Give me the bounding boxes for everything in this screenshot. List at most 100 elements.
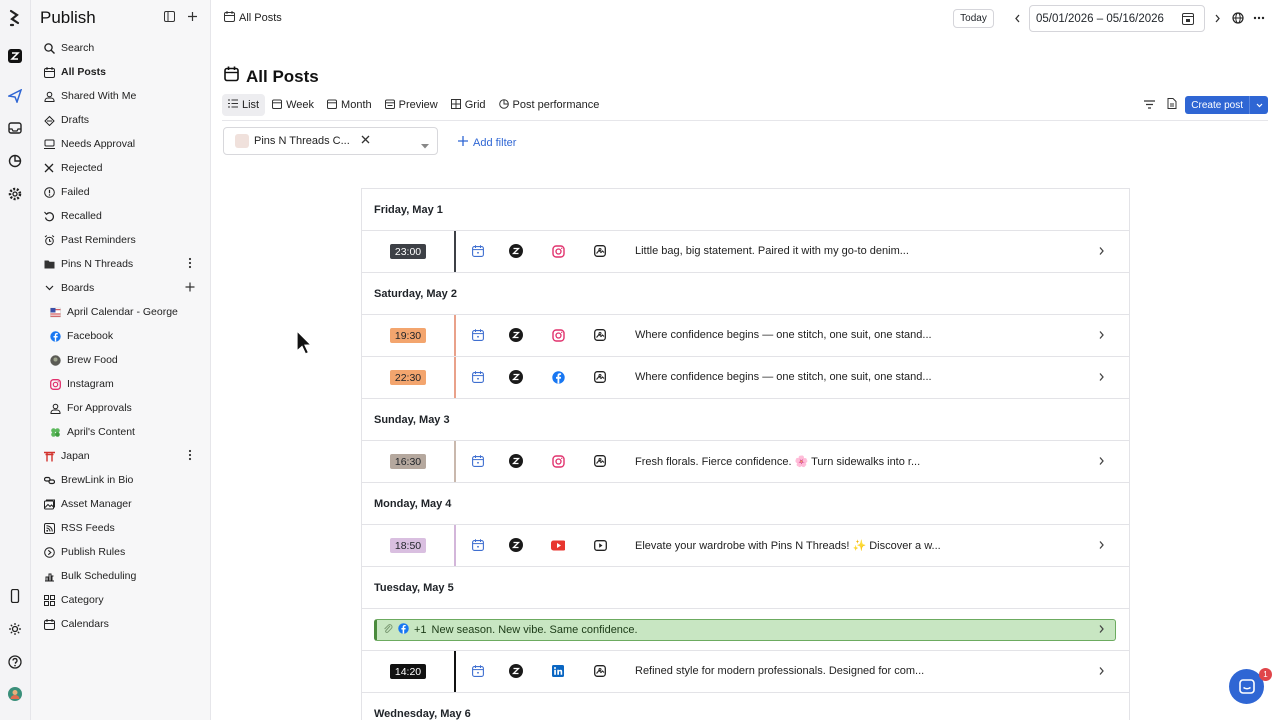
chevron-right-icon[interactable] xyxy=(1098,455,1105,469)
inbox-icon[interactable] xyxy=(7,120,23,136)
post-row[interactable]: 19:30 Where confidence begins — one stitc… xyxy=(362,315,1129,357)
calendar-icon xyxy=(224,66,239,87)
more-options-icon[interactable] xyxy=(184,257,196,269)
day-header: Monday, May 4 xyxy=(362,483,1129,525)
toggle-sidebar-icon[interactable] xyxy=(164,11,175,25)
add-icon[interactable] xyxy=(187,11,198,25)
list-toolbar: Create post xyxy=(1144,96,1268,114)
chevron-right-icon[interactable] xyxy=(1098,371,1105,385)
previous-period-chevron-icon[interactable] xyxy=(1010,11,1024,25)
breadcrumb[interactable]: All Posts xyxy=(224,11,282,25)
help-icon[interactable] xyxy=(7,654,23,670)
calendar-icon xyxy=(43,66,55,78)
flag-icon xyxy=(49,306,61,318)
add-filter-label: Add filter xyxy=(473,136,517,149)
sidebar-item-japan[interactable]: Japan xyxy=(31,444,210,468)
sidebar-item-instagram[interactable]: Instagram xyxy=(31,372,210,396)
sidebar-item-bulk-scheduling[interactable]: Bulk Scheduling xyxy=(31,564,210,588)
chevron-right-icon[interactable] xyxy=(1098,245,1105,259)
page-title: All Posts xyxy=(224,66,319,87)
chevron-down-icon[interactable] xyxy=(1249,96,1268,114)
sidebar-item-drafts[interactable]: Drafts xyxy=(31,108,210,132)
sidebar-item-for-approvals[interactable]: For Approvals xyxy=(31,396,210,420)
date-range-picker[interactable]: 05/01/2026 – 05/16/2026 xyxy=(1029,5,1205,32)
facebook-icon xyxy=(551,370,565,384)
sidebar-item-failed[interactable]: Failed xyxy=(31,180,210,204)
mobile-icon[interactable] xyxy=(7,588,23,604)
sidebar-item-publish-rules[interactable]: Publish Rules xyxy=(31,540,210,564)
sidebar-item-needs-approval[interactable]: Needs Approval xyxy=(31,132,210,156)
scheduled-calendar-icon xyxy=(471,328,485,342)
remove-chip-close-icon[interactable] xyxy=(361,135,370,147)
search-icon xyxy=(43,42,55,54)
tab-grid[interactable]: Grid xyxy=(445,94,492,116)
chevron-right-icon[interactable] xyxy=(1098,665,1105,679)
sidebar-item-brew-food[interactable]: Brew Food xyxy=(31,348,210,372)
sort-filter-icon[interactable] xyxy=(1144,98,1156,112)
post-row[interactable]: 23:00 Little bag, big statement. Paired i… xyxy=(362,231,1129,273)
publish-module-icon[interactable] xyxy=(7,48,23,64)
sidebar-item-all-posts[interactable]: All Posts xyxy=(31,60,210,84)
grouped-post-row[interactable]: +1 New season. New vibe. Same confidence. xyxy=(362,609,1129,651)
add-filter-button[interactable]: Add filter xyxy=(458,136,516,149)
user-avatar-icon[interactable] xyxy=(7,686,23,702)
settings-gear-icon[interactable] xyxy=(7,186,23,202)
post-row[interactable]: 22:30 Where confidence begins — one stitc… xyxy=(362,357,1129,399)
post-caption: Fresh florals. Fierce confidence. 🌸 Turn… xyxy=(635,456,921,468)
chevron-right-icon[interactable] xyxy=(1098,539,1105,553)
scheduled-calendar-icon xyxy=(471,538,485,552)
sidebar-item-label: Instagram xyxy=(67,378,114,390)
sidebar-item-past-reminders[interactable]: Past Reminders xyxy=(31,228,210,252)
status-color-bar xyxy=(454,315,456,356)
next-period-chevron-icon[interactable] xyxy=(1210,11,1224,25)
post-row[interactable]: 16:30 Fresh florals. Fierce confidence. 🌸… xyxy=(362,441,1129,483)
sidebar-item-rejected[interactable]: Rejected xyxy=(31,156,210,180)
post-time-badge: 14:20 xyxy=(390,664,426,679)
account-filter-select[interactable]: Pins N Threads C... xyxy=(223,127,438,155)
sidebar-item-pins-n-threads[interactable]: Pins N Threads xyxy=(31,252,210,276)
chevron-right-icon[interactable] xyxy=(1098,329,1105,343)
instagram-icon xyxy=(49,378,61,390)
sidebar-item-recalled[interactable]: Recalled xyxy=(31,204,210,228)
more-options-icon[interactable] xyxy=(1252,11,1266,25)
analytics-icon[interactable] xyxy=(7,153,23,169)
more-options-icon[interactable] xyxy=(184,449,196,461)
post-row[interactable]: 18:50 Elevate your wardrobe with Pins N T… xyxy=(362,525,1129,567)
sidebar-item-brewlink-in-bio[interactable]: BrewLink in Bio xyxy=(31,468,210,492)
send-icon[interactable] xyxy=(7,88,23,104)
sidebar-item-shared-with-me[interactable]: Shared With Me xyxy=(31,84,210,108)
sidebar-item-search[interactable]: Search xyxy=(31,36,210,60)
tab-post-performance[interactable]: Post performance xyxy=(493,94,606,116)
rules-icon xyxy=(43,546,55,558)
post-row[interactable]: 14:20 Refined style for modern profession… xyxy=(362,651,1129,693)
tab-preview[interactable]: Preview xyxy=(379,94,444,116)
globe-icon[interactable] xyxy=(1231,11,1245,25)
sidebar-item-boards[interactable]: Boards xyxy=(31,276,210,300)
sidebar-item-category[interactable]: Category xyxy=(31,588,210,612)
post-list: Friday, May 1 23:00 Little bag, big statem… xyxy=(361,188,1130,720)
tab-label: Month xyxy=(341,99,372,111)
chevron-right-icon[interactable] xyxy=(1098,624,1105,637)
today-button[interactable]: Today xyxy=(953,9,994,28)
sidebar-item-rss-feeds[interactable]: RSS Feeds xyxy=(31,516,210,540)
post-caption: Elevate your wardrobe with Pins N Thread… xyxy=(635,540,941,552)
export-document-icon[interactable] xyxy=(1167,98,1177,112)
tab-week[interactable]: Week xyxy=(266,94,320,116)
chevron-down-icon[interactable] xyxy=(421,138,429,152)
create-post-button[interactable]: Create post xyxy=(1185,96,1268,114)
sidebar-item-calendars[interactable]: Calendars xyxy=(31,612,210,636)
theme-sun-icon[interactable] xyxy=(7,621,23,637)
tab-list[interactable]: List xyxy=(222,94,266,116)
add-board-plus-icon[interactable] xyxy=(184,281,196,293)
grouped-post-bar[interactable]: +1 New season. New vibe. Same confidence. xyxy=(374,619,1116,641)
sidebar-item-facebook[interactable]: Facebook xyxy=(31,324,210,348)
sidebar-item-asset-manager[interactable]: Asset Manager xyxy=(31,492,210,516)
brand-account-avatar-icon xyxy=(509,538,523,552)
brand-logo-icon[interactable] xyxy=(7,9,23,27)
video-type-icon xyxy=(593,538,607,552)
notification-badge: 1 xyxy=(1259,668,1272,681)
sidebar-item-label: Asset Manager xyxy=(61,498,132,510)
sidebar-item-april-s-content[interactable]: April's Content xyxy=(31,420,210,444)
tab-month[interactable]: Month xyxy=(321,94,378,116)
sidebar-item-april-calendar-george[interactable]: April Calendar - George xyxy=(31,300,210,324)
